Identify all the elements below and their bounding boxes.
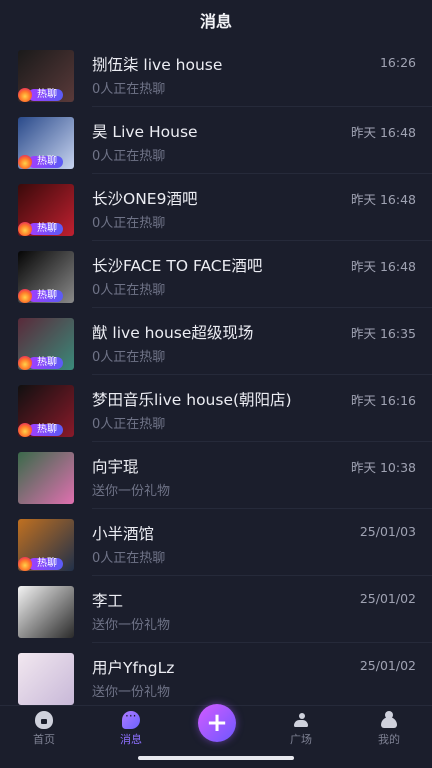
flame-icon bbox=[18, 356, 32, 370]
avatar[interactable]: 热聊 bbox=[18, 50, 74, 102]
tab-square-label: 广场 bbox=[290, 733, 312, 746]
avatar[interactable] bbox=[18, 452, 74, 504]
conversation-name: 向宇琨 bbox=[92, 458, 139, 476]
avatar-image bbox=[18, 586, 74, 638]
avatar[interactable] bbox=[18, 586, 74, 638]
home-indicator bbox=[138, 756, 294, 760]
tab-home[interactable]: 首页 bbox=[14, 711, 74, 747]
hot-chat-badge: 热聊 bbox=[18, 88, 74, 102]
conversation-time: 25/01/02 bbox=[359, 591, 416, 606]
tab-messages-label: 消息 bbox=[120, 733, 142, 746]
conversation-time: 25/01/02 bbox=[359, 658, 416, 673]
conversation-time: 昨天 10:38 bbox=[351, 460, 416, 475]
message-row[interactable]: 李工送你一份礼物 25/01/02 bbox=[0, 576, 432, 643]
avatar[interactable]: 热聊 bbox=[18, 385, 74, 437]
conversation-preview: 0人正在热聊 bbox=[92, 216, 166, 231]
home-icon bbox=[35, 711, 53, 729]
message-row[interactable]: 热聊 捌伍柒 live house 0人正在热聊 16:26 bbox=[0, 40, 432, 107]
message-row[interactable]: 向宇琨送你一份礼物 昨天 10:38 bbox=[0, 442, 432, 509]
message-row[interactable]: 热聊 昊 Live House 0人正在热聊 昨天 16:48 bbox=[0, 107, 432, 174]
flame-icon bbox=[18, 557, 32, 571]
conversation-preview: 0人正在热聊 bbox=[92, 350, 166, 365]
profile-icon bbox=[380, 711, 398, 729]
tab-messages[interactable]: 消息 bbox=[101, 709, 161, 747]
flame-icon bbox=[18, 423, 32, 437]
hot-chat-label: 热聊 bbox=[28, 89, 63, 101]
avatar[interactable]: 热聊 bbox=[18, 519, 74, 571]
message-list: 热聊 捌伍柒 live house 0人正在热聊 16:26 热聊昊 Live Hous… bbox=[0, 40, 432, 705]
conversation-preview: 送你一份礼物 bbox=[92, 685, 171, 700]
hot-chat-badge: 热聊 bbox=[18, 222, 74, 236]
avatar[interactable]: 热聊 bbox=[18, 117, 74, 169]
avatar-image bbox=[18, 452, 74, 504]
conversation-time: 昨天 16:48 bbox=[351, 125, 416, 140]
conversation-time: 16:26 bbox=[379, 55, 416, 70]
conversation-preview: 0人正在热聊 bbox=[92, 551, 166, 566]
tab-profile[interactable]: 我的 bbox=[359, 711, 419, 747]
square-icon bbox=[292, 711, 310, 729]
flame-icon bbox=[18, 155, 32, 169]
avatar-image bbox=[18, 653, 74, 705]
hot-chat-badge: 热聊 bbox=[18, 423, 74, 437]
conversation-time: 昨天 16:48 bbox=[351, 259, 416, 274]
conversation-time: 25/01/03 bbox=[359, 524, 416, 539]
conversation-preview: 0人正在热聊 bbox=[92, 283, 166, 298]
message-row[interactable]: 热聊 小半酒馆 0人正在热聊 25/01/03 bbox=[0, 509, 432, 576]
page-title: 消息 bbox=[199, 12, 232, 31]
create-plus-button[interactable]: + bbox=[198, 704, 236, 742]
conversation-preview: 0人正在热聊 bbox=[92, 149, 166, 164]
message-row[interactable]: 热聊 梦田音乐live house(朝阳店) 0人正在热聊 昨天 16:16 bbox=[0, 375, 432, 442]
message-row[interactable]: 热聊 长沙FACE TO FACE酒吧 0人正在热聊 昨天 16:48 bbox=[0, 241, 432, 308]
avatar[interactable] bbox=[18, 653, 74, 705]
hot-chat-label: 热聊 bbox=[28, 424, 63, 436]
hot-chat-label: 热聊 bbox=[28, 290, 63, 302]
conversation-name: 梦田音乐live house(朝阳店) bbox=[92, 391, 292, 409]
hot-chat-badge: 热聊 bbox=[18, 557, 74, 571]
hot-chat-label: 热聊 bbox=[28, 156, 63, 168]
conversation-time: 昨天 16:48 bbox=[351, 192, 416, 207]
conversation-name: 长沙FACE TO FACE酒吧 bbox=[92, 257, 263, 275]
tab-profile-label: 我的 bbox=[378, 733, 400, 746]
hot-chat-badge: 热聊 bbox=[18, 155, 74, 169]
conversation-name: 昊 Live House bbox=[92, 123, 198, 141]
hot-chat-badge: 热聊 bbox=[18, 356, 74, 370]
conversation-preview: 送你一份礼物 bbox=[92, 618, 171, 633]
conversation-preview: 送你一份礼物 bbox=[92, 484, 171, 499]
avatar[interactable]: 热聊 bbox=[18, 318, 74, 370]
conversation-name: 小半酒馆 bbox=[92, 525, 155, 543]
tab-home-label: 首页 bbox=[33, 733, 55, 746]
message-row[interactable]: 热聊 猷 live house超级现场 0人正在热聊 昨天 16:35 bbox=[0, 308, 432, 375]
conversation-name: 李工 bbox=[92, 592, 124, 610]
avatar[interactable]: 热聊 bbox=[18, 251, 74, 303]
flame-icon bbox=[18, 222, 32, 236]
conversation-time: 昨天 16:16 bbox=[351, 393, 416, 408]
hot-chat-label: 热聊 bbox=[28, 223, 63, 235]
conversation-name: 捌伍柒 live house bbox=[92, 56, 223, 74]
message-row[interactable]: 用户YfngLz 送你一份礼物 25/01/02 bbox=[0, 643, 432, 705]
conversation-preview: 0人正在热聊 bbox=[92, 82, 166, 97]
hot-chat-label: 热聊 bbox=[28, 357, 63, 369]
hot-chat-label: 热聊 bbox=[28, 558, 63, 570]
flame-icon bbox=[18, 289, 32, 303]
hot-chat-badge: 热聊 bbox=[18, 289, 74, 303]
message-row[interactable]: 热聊 长沙ONE9酒吧 0人正在热聊 昨天 16:48 bbox=[0, 174, 432, 241]
flame-icon bbox=[18, 88, 32, 102]
bottom-tab-bar: 首页 消息 + 广场 我的 bbox=[0, 704, 432, 768]
conversation-name: 用户YfngLz bbox=[92, 659, 175, 677]
conversation-name: 长沙ONE9酒吧 bbox=[92, 190, 198, 208]
message-icon bbox=[122, 709, 140, 729]
tab-square[interactable]: 广场 bbox=[271, 711, 331, 747]
conversation-preview: 0人正在热聊 bbox=[92, 417, 166, 432]
top-bar: 消息 bbox=[0, 0, 432, 40]
conversation-name: 猷 live house超级现场 bbox=[92, 324, 254, 342]
conversation-time: 昨天 16:35 bbox=[351, 326, 416, 341]
avatar[interactable]: 热聊 bbox=[18, 184, 74, 236]
